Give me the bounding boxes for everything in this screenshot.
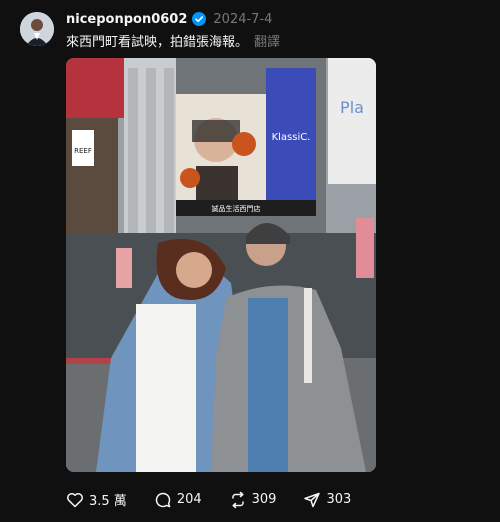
like-button[interactable]: 3.5 萬	[66, 490, 127, 509]
verified-badge-icon	[192, 12, 207, 26]
shop-sign-text: REEF	[74, 147, 92, 155]
post-caption: 來西門町看試映，拍錯張海報。 翻譯	[66, 31, 280, 50]
billboard-text: KlassiC.	[272, 132, 311, 143]
caption-text: 來西門町看試映，拍錯張海報。	[66, 35, 249, 50]
share-button[interactable]: 303	[303, 491, 351, 509]
heart-icon	[66, 491, 84, 509]
comment-icon	[154, 491, 172, 509]
billboard-subtext: 誠品生活西門店	[212, 204, 261, 213]
send-icon	[303, 491, 321, 509]
comment-count: 204	[176, 492, 202, 507]
translate-link[interactable]: 翻譯	[254, 35, 280, 50]
avatar[interactable]	[20, 12, 54, 46]
repost-icon	[229, 491, 247, 509]
post-photo[interactable]: REEF KlassiC. 誠品生活西門店 Pla	[66, 58, 376, 472]
share-count: 303	[326, 492, 352, 507]
repost-count: 309	[251, 492, 277, 507]
username[interactable]: niceponpon0602	[66, 12, 187, 27]
post-header: niceponpon0602 2024-7-4	[66, 9, 272, 29]
corner-sign-text: Pla	[340, 98, 364, 117]
like-count: 3.5 萬	[89, 494, 127, 509]
repost-button[interactable]: 309	[229, 491, 277, 509]
action-bar: 3.5 萬 204 309 303	[66, 490, 378, 509]
comment-button[interactable]: 204	[154, 491, 202, 509]
post-date[interactable]: 2024-7-4	[213, 12, 272, 27]
